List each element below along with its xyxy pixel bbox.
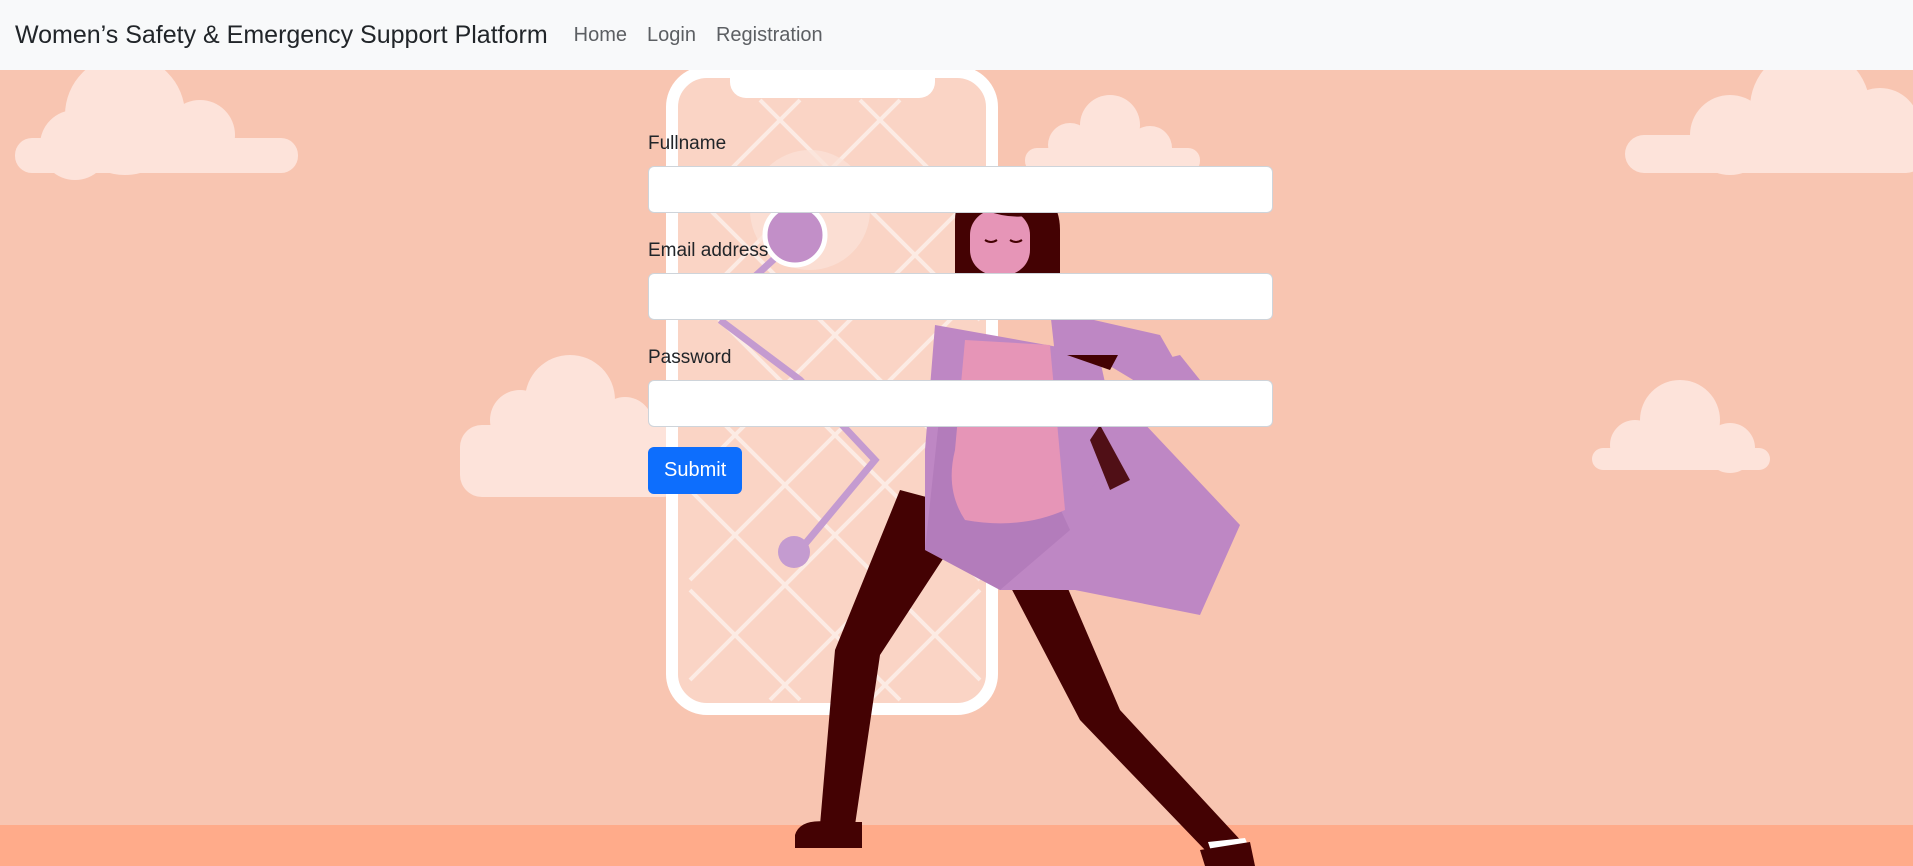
fullname-input[interactable] <box>648 166 1273 213</box>
email-input[interactable] <box>648 273 1273 320</box>
registration-form: Fullname Email address Password Submit <box>648 132 1273 494</box>
nav-link-registration[interactable]: Registration <box>716 24 823 47</box>
fullname-label: Fullname <box>648 133 727 154</box>
password-input[interactable] <box>648 380 1273 427</box>
nav-link-login[interactable]: Login <box>647 24 696 47</box>
brand-title[interactable]: Women’s Safety & Emergency Support Platf… <box>15 21 548 50</box>
password-label: Password <box>648 347 732 368</box>
email-label: Email address <box>648 240 769 261</box>
top-navbar: Women’s Safety & Emergency Support Platf… <box>0 0 1913 70</box>
submit-button[interactable]: Submit <box>648 447 743 494</box>
floor-strip <box>0 825 1913 866</box>
nav-link-home[interactable]: Home <box>574 24 627 47</box>
